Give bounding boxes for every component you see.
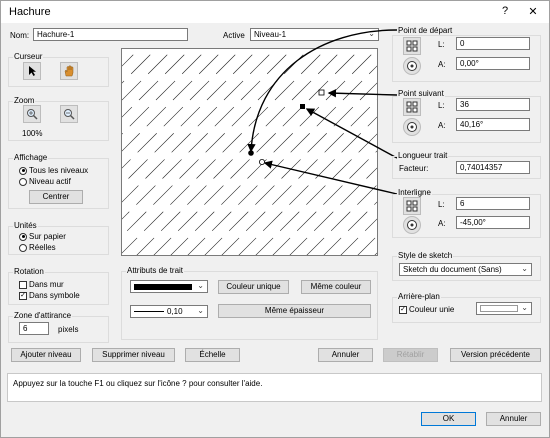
- next-point-handle[interactable]: [318, 89, 325, 96]
- stroke-length-handle[interactable]: [300, 104, 305, 109]
- spacing-handle[interactable]: [258, 158, 265, 165]
- spacing-arrow: [263, 160, 398, 195]
- factor-label: Facteur:: [399, 164, 429, 173]
- hatch-dialog: Hachure ? ✕ Nom: Hachure-1 Active Niveau…: [0, 0, 550, 438]
- stroke-length-arrow: [305, 108, 398, 159]
- ok-button[interactable]: OK: [421, 412, 476, 426]
- line-color-swatch: [134, 284, 192, 290]
- start-l-field[interactable]: 0: [456, 37, 530, 50]
- chevron-down-icon: ⌄: [521, 264, 528, 273]
- spacing-a-label: A:: [438, 219, 446, 228]
- next-l-field[interactable]: 36: [456, 98, 530, 111]
- redo-button[interactable]: Rétablir: [383, 348, 438, 362]
- start-a-field[interactable]: 0,00°: [456, 57, 530, 70]
- previous-version-button[interactable]: Version précédente: [450, 348, 541, 362]
- grid-snap-button[interactable]: [403, 37, 421, 55]
- same-color-button[interactable]: Même couleur: [301, 280, 371, 294]
- start-point-title: Point de départ: [397, 26, 454, 35]
- angle-target-icon: [407, 122, 417, 132]
- cancel-button[interactable]: Annuler: [486, 412, 541, 426]
- thickness-line-sample: [134, 311, 164, 312]
- add-level-button[interactable]: Ajouter niveau: [11, 348, 81, 362]
- grid-icon: [406, 200, 418, 212]
- same-thickness-button[interactable]: Même épaisseur: [218, 304, 371, 318]
- start-a-label: A:: [438, 60, 446, 69]
- next-point-title: Point suivant: [397, 89, 445, 98]
- factor-field[interactable]: 0,74014357: [456, 161, 530, 174]
- angle-snap-button[interactable]: [403, 118, 421, 136]
- start-l-label: L:: [438, 40, 445, 49]
- line-thickness-select[interactable]: 0,10 ⌄: [130, 305, 208, 318]
- next-point-arrow: [327, 89, 398, 98]
- chevron-down-icon: ⌄: [521, 303, 528, 312]
- sketch-style-value: Sketch du document (Sans): [403, 265, 502, 274]
- grid-snap-button[interactable]: [403, 98, 421, 116]
- angle-snap-button[interactable]: [403, 216, 421, 234]
- spacing-l-field[interactable]: 6: [456, 197, 530, 210]
- angle-snap-button[interactable]: [403, 57, 421, 75]
- chevron-down-icon: ⌄: [197, 281, 204, 290]
- next-a-label: A:: [438, 121, 446, 130]
- grid-icon: [406, 40, 418, 52]
- thickness-value: 0,10: [167, 307, 183, 316]
- line-attrs-title: Attributs de trait: [126, 266, 185, 275]
- next-a-field[interactable]: 40,16°: [456, 118, 530, 131]
- spacing-a-field[interactable]: -45,00°: [456, 216, 530, 229]
- cancel-action-button[interactable]: Annuler: [318, 348, 373, 362]
- color-swatch: [480, 305, 518, 312]
- sketch-style-title: Style de sketch: [397, 251, 454, 260]
- stroke-length-title: Longueur trait: [397, 151, 449, 160]
- line-color-select[interactable]: ⌄: [130, 280, 208, 293]
- start-point-marker[interactable]: [248, 150, 254, 156]
- next-l-label: L:: [438, 101, 445, 110]
- spacing-l-label: L:: [438, 200, 445, 209]
- angle-target-icon: [407, 220, 417, 230]
- background-color-select[interactable]: ⌄: [476, 302, 532, 315]
- chevron-down-icon: ⌄: [197, 306, 204, 315]
- grid-snap-button[interactable]: [403, 197, 421, 215]
- delete-level-button[interactable]: Supprimer niveau: [92, 348, 175, 362]
- checkmark-icon: ✓: [399, 305, 407, 314]
- spacing-title: Interligne: [397, 188, 432, 197]
- check-solid-color[interactable]: ✓ Couleur unie: [399, 305, 454, 314]
- help-text: Appuyez sur la touche F1 ou cliquez sur …: [13, 379, 263, 388]
- help-panel: Appuyez sur la touche F1 ou cliquez sur …: [7, 373, 542, 402]
- angle-target-icon: [407, 61, 417, 71]
- unique-color-button[interactable]: Couleur unique: [218, 280, 289, 294]
- check-solid-color-label: Couleur unie: [409, 305, 455, 314]
- scale-button[interactable]: Échelle: [185, 348, 240, 362]
- sketch-style-select[interactable]: Sketch du document (Sans) ⌄: [399, 263, 532, 276]
- background-title: Arrière-plan: [397, 292, 441, 301]
- grid-icon: [406, 101, 418, 113]
